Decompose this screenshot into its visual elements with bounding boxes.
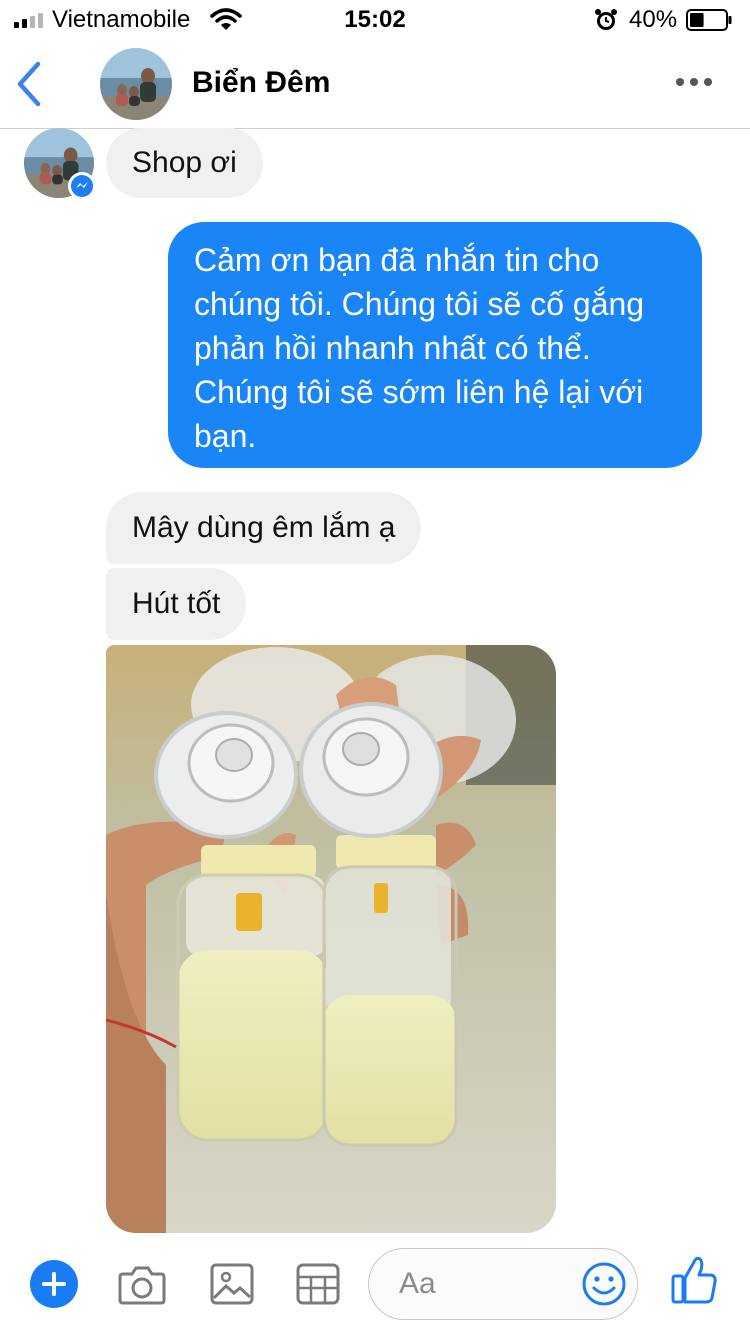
contact-name[interactable]: Biển Đêm (192, 66, 330, 100)
message-line: Cảm ơn bạn đã nhắn tin cho (194, 242, 600, 278)
camera-icon[interactable] (118, 1262, 166, 1306)
message-line: Chúng tôi sẽ sớm liên hệ lại với (194, 374, 644, 410)
message-input-placeholder: Aa (399, 1267, 436, 1300)
thumbs-up-icon[interactable] (670, 1254, 718, 1306)
emoji-icon[interactable] (581, 1261, 627, 1307)
back-arrow-icon[interactable] (14, 60, 46, 108)
message-line: bạn. (194, 418, 257, 454)
sender-avatar[interactable] (24, 128, 96, 200)
message-bubble-incoming[interactable]: Mây dùng êm lắm ạ (106, 492, 422, 564)
message-line: phản hồi nhanh nhất có thể. (194, 330, 591, 366)
message-input[interactable]: Aa (368, 1248, 638, 1320)
sticker-icon[interactable] (294, 1262, 342, 1306)
conversation-header: Biển Đêm (0, 40, 750, 129)
message-composer: Aa (0, 1234, 750, 1334)
battery-percent: 40% (629, 6, 678, 33)
photo-message[interactable] (106, 645, 556, 1233)
contact-avatar[interactable] (100, 48, 172, 120)
message-bubble-outgoing[interactable]: Cảm ơn bạn đã nhắn tin cho chúng tôi. Ch… (168, 222, 702, 468)
message-line: chúng tôi. Chúng tôi sẽ cố gắng (194, 286, 645, 322)
messenger-badge-icon (68, 172, 96, 200)
message-bubble-incoming[interactable]: Hút tốt (106, 568, 247, 640)
more-icon[interactable] (676, 78, 712, 86)
message-bubble-incoming[interactable]: Shop ơi (106, 128, 263, 198)
image-icon[interactable] (208, 1262, 256, 1306)
status-bar: Vietnamobile 15:02 40% (0, 0, 750, 40)
plus-icon[interactable] (30, 1260, 78, 1308)
alarm-icon (595, 9, 617, 30)
battery-icon (686, 9, 732, 31)
